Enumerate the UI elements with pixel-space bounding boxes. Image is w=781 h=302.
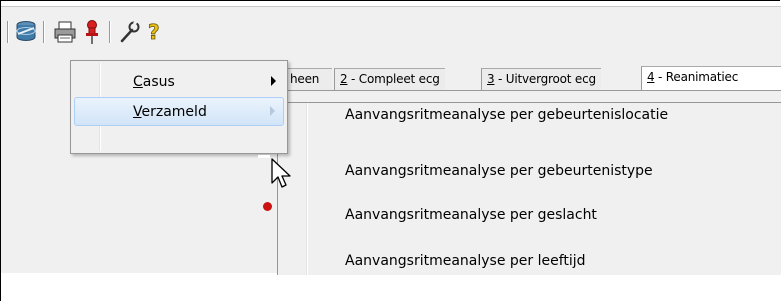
toolbar: ? — [1, 6, 781, 52]
wrench-icon[interactable] — [117, 18, 141, 45]
red-marker-dot — [263, 202, 272, 211]
submenu-item-leeftijd[interactable]: Aanvangsritmeanalyse per leeftijd — [345, 253, 586, 269]
toolbar-separator — [43, 21, 44, 43]
drag-ghost — [258, 155, 270, 158]
submenu-item-gebeurtenislocatie[interactable]: Aanvangsritmeanalyse per gebeurtenisloca… — [345, 107, 668, 123]
tab-underline — [283, 90, 781, 91]
submenu-item-geslacht[interactable]: Aanvangsritmeanalyse per geslacht — [345, 207, 597, 223]
dropdown-menu: Casus Verzameld — [70, 60, 288, 154]
toolbar-separator — [109, 21, 110, 43]
submenu-item-gebeurtenistype[interactable]: Aanvangsritmeanalyse per gebeurtenistype — [345, 163, 653, 179]
submenu-arrow-icon — [271, 76, 276, 86]
tab-complete-ecg[interactable]: 2 - Compleet ecg — [334, 68, 445, 90]
tab-label: - Compleet ecg — [347, 72, 440, 86]
printer-icon[interactable] — [53, 19, 77, 45]
content-area — [1, 273, 781, 302]
mnemonic-letter: V — [133, 104, 142, 120]
menu-item-casus[interactable]: Casus — [74, 67, 284, 96]
tab-enlarged-ecg[interactable]: 3 - Uitvergroot ecg — [481, 68, 601, 90]
database-cylinder-icon[interactable] — [14, 19, 38, 45]
red-pushpin-icon[interactable] — [80, 19, 104, 45]
tab-label: - Reanimatiec — [654, 70, 739, 84]
menu-item-label: Verzameld — [133, 104, 207, 120]
toolbar-separator — [7, 21, 8, 43]
question-mark-help-icon[interactable]: ? — [142, 19, 166, 45]
submenu-arrow-icon — [270, 106, 275, 116]
menu-gutter — [306, 103, 307, 275]
menu-item-label-rest: asus — [142, 74, 175, 90]
menu-item-verzameld[interactable]: Verzameld — [74, 97, 284, 126]
mnemonic-letter: C — [133, 74, 143, 90]
mouse-pointer-icon — [271, 158, 293, 196]
menu-item-label: Casus — [133, 74, 175, 90]
submenu-verzameld: Aanvangsritmeanalyse per gebeurtenisloca… — [277, 102, 781, 275]
tab-resuscitation[interactable]: 4 - Reanimatiec — [641, 66, 781, 91]
svg-text:?: ? — [148, 20, 160, 44]
menu-item-label-rest: erzameld — [141, 104, 207, 120]
tab-overview[interactable]: heen — [283, 68, 332, 90]
tab-label: - Uitvergroot ecg — [494, 72, 596, 86]
tab-label: heen — [290, 72, 320, 86]
